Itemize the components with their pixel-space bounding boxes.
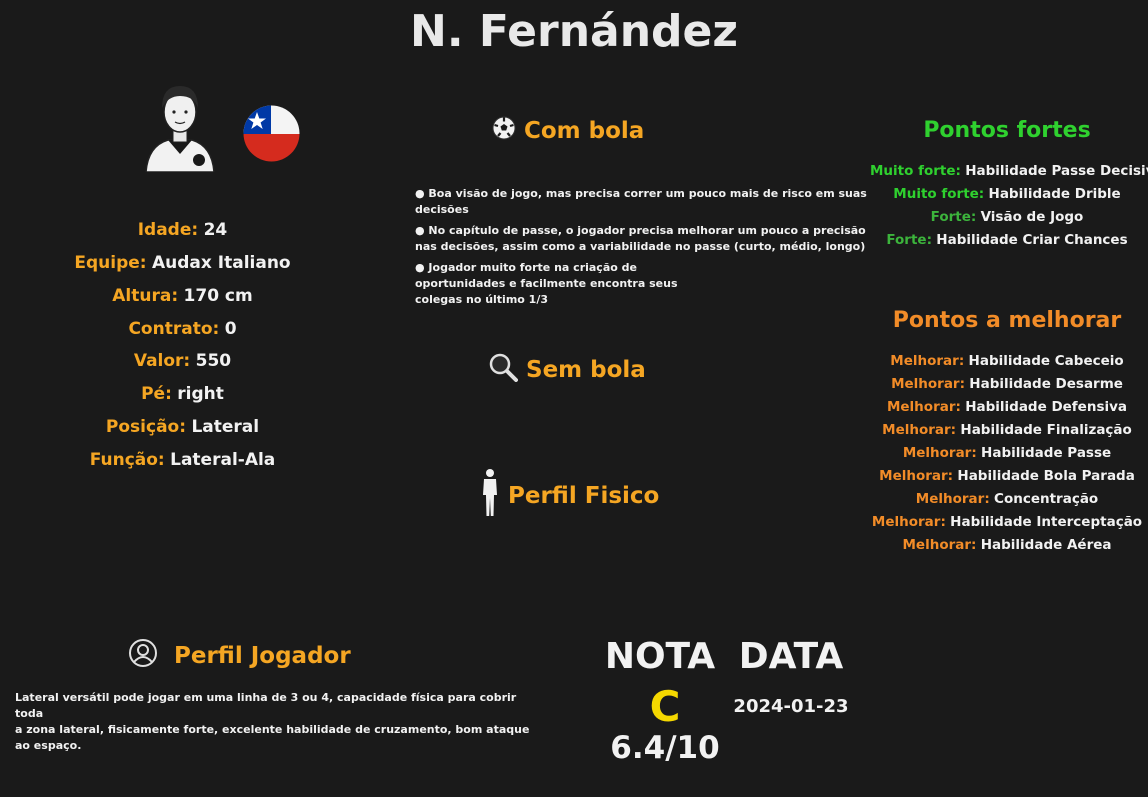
improve-item: Melhorar: Habilidade Defensiva <box>886 399 1128 415</box>
human-body-icon <box>480 468 500 524</box>
strength-item: Forte: Visão de Jogo <box>930 209 1084 225</box>
sem-bola-heading: Sem bola <box>488 352 646 388</box>
improve-item: Melhorar: Habilidade Interceptação <box>871 514 1143 530</box>
com-bola-bullet: ● No capítulo de passe, o jogador precis… <box>415 224 866 253</box>
perfil-jogador-line: Lateral versátil pode jogar em uma linha… <box>15 691 517 720</box>
perfil-fisico-title: Perfil Fisico <box>508 483 660 509</box>
data-label: DATA <box>738 636 844 677</box>
info-position: Posição: Lateral <box>105 417 260 437</box>
com-bola-bullets: ● Boa visão de jogo, mas precisa correr … <box>415 186 870 313</box>
perfil-jogador-line: a zona lateral, fisicamente forte, excel… <box>15 723 530 752</box>
pontos-fortes-title: Pontos fortes <box>923 118 1091 143</box>
info-foot: Pé: right <box>141 384 224 404</box>
improve-item: Melhorar: Habilidade Aérea <box>902 537 1112 553</box>
perfil-jogador-heading: Perfil Jogador <box>128 638 351 674</box>
improve-item: Melhorar: Habilidade Desarme <box>891 376 1123 392</box>
info-role: Função: Lateral-Ala <box>89 450 276 470</box>
info-team: Equipe: Audax Italiano <box>74 253 291 273</box>
com-bola-bullet: ● Jogador muito forte na criação de opor… <box>415 261 678 306</box>
info-age: Idade: 24 <box>137 220 228 240</box>
strength-item: Forte: Habilidade Criar Chances <box>886 232 1128 248</box>
strength-item: Muito forte: Habilidade Drible <box>893 186 1121 202</box>
improve-item: Melhorar: Concentração <box>915 491 1099 507</box>
perfil-fisico-heading: Perfil Fisico <box>480 468 659 524</box>
soccer-ball-icon <box>492 116 516 146</box>
player-avatar-icon <box>140 80 220 173</box>
grade-date: 2024-01-23 <box>733 696 849 717</box>
com-bola-bullet: ● Boa visão de jogo, mas precisa correr … <box>415 187 867 216</box>
pontos-fortes-list: Muito forte: Habilidade Passe Decisivo M… <box>870 160 1148 252</box>
player-name: N. Fernández <box>410 6 738 57</box>
improve-item: Melhorar: Habilidade Passe <box>902 445 1112 461</box>
pontos-melhorar-title: Pontos a melhorar <box>892 308 1122 333</box>
strength-item: Muito forte: Habilidade Passe Decisivo <box>870 163 1148 179</box>
perfil-jogador-text: Lateral versátil pode jogar em uma linha… <box>15 690 535 754</box>
improve-item: Melhorar: Habilidade Finalização <box>882 422 1132 438</box>
com-bola-heading: Com bola <box>492 116 644 146</box>
info-contract: Contrato: 0 <box>128 319 237 339</box>
nota-label: NOTA <box>604 636 716 677</box>
perfil-jogador-title: Perfil Jogador <box>174 643 351 669</box>
grade-score: 6.4/10 <box>610 730 720 766</box>
com-bola-title: Com bola <box>524 118 645 144</box>
sem-bola-title: Sem bola <box>526 357 646 383</box>
pontos-melhorar-list: Melhorar: Habilidade Cabeceio Melhorar: … <box>870 350 1144 557</box>
user-circle-icon <box>128 638 158 674</box>
magnifier-icon <box>488 352 518 388</box>
grade-letter: C <box>649 682 681 731</box>
improve-item: Melhorar: Habilidade Bola Parada <box>879 468 1135 484</box>
improve-item: Melhorar: Habilidade Cabeceio <box>890 353 1124 369</box>
info-height: Altura: 170 cm <box>112 286 253 306</box>
info-value: Valor: 550 <box>133 351 232 371</box>
chile-flag-icon <box>243 105 300 162</box>
